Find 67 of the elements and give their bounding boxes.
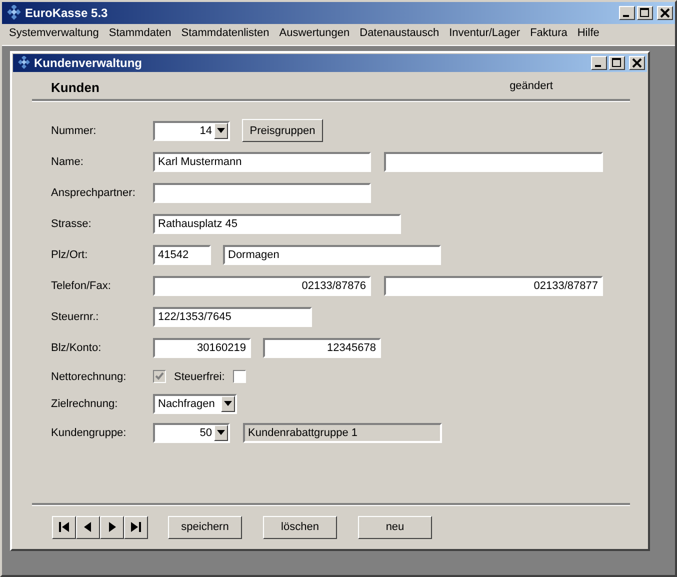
- field-label: Nummer:: [51, 124, 98, 136]
- input-field[interactable]: 30160219: [153, 338, 251, 358]
- dropdown-field[interactable]: 50: [153, 422, 230, 442]
- field-label: Zielrechnung:: [51, 398, 119, 410]
- menu-item[interactable]: Stammdatenlisten: [176, 27, 274, 39]
- input-field[interactable]: Dormagen: [223, 244, 441, 264]
- caret-icon: [214, 424, 228, 440]
- close-button[interactable]: [629, 56, 645, 70]
- caret-icon: [214, 122, 228, 138]
- input-field[interactable]: 41542: [153, 244, 211, 264]
- first-record-button[interactable]: [52, 516, 76, 538]
- menu-item[interactable]: Hilfe: [572, 27, 604, 39]
- menu-item[interactable]: Auswertungen: [274, 27, 355, 39]
- field-label: Steuerfrei:: [174, 370, 225, 382]
- close-icon: [632, 58, 642, 68]
- menu-item[interactable]: Faktura: [525, 27, 572, 39]
- last-record-button[interactable]: [124, 516, 148, 538]
- maximize-icon: [640, 8, 650, 18]
- diamond-grid-icon: [17, 56, 31, 70]
- action-button[interactable]: neu: [358, 516, 432, 538]
- first-record-icon: [56, 519, 72, 535]
- caret-icon: [221, 396, 235, 412]
- minimize-button[interactable]: [591, 56, 607, 70]
- action-button[interactable]: löschen: [263, 516, 337, 538]
- field-label: Ansprechpartner:: [51, 186, 136, 198]
- group-name-field: Kundenrabattgruppe 1: [243, 422, 442, 442]
- action-button[interactable]: speichern: [168, 516, 242, 538]
- menu-item[interactable]: Stammdaten: [104, 27, 176, 39]
- field-label: Telefon/Fax:: [51, 280, 112, 292]
- input-field[interactable]: [153, 182, 371, 202]
- prev-record-button[interactable]: [76, 516, 100, 538]
- field-label: Nettorechnung:: [51, 370, 128, 382]
- diamond-grid-icon: [6, 5, 22, 21]
- input-field[interactable]: 02133/87877: [384, 276, 603, 296]
- maximize-button[interactable]: [637, 6, 653, 20]
- window-title: EuroKasse 5.3: [25, 6, 108, 20]
- close-icon: [660, 8, 670, 18]
- field-label: Plz/Ort:: [51, 248, 89, 260]
- field-label: Steuernr.:: [51, 310, 100, 322]
- menu-item[interactable]: Inventur/Lager: [444, 27, 526, 39]
- input-field[interactable]: 12345678: [263, 338, 381, 358]
- price-groups-button[interactable]: Preisgruppen: [242, 119, 323, 142]
- minimize-icon: [594, 65, 600, 67]
- maximize-icon: [612, 58, 622, 68]
- dropdown-field[interactable]: Nachfragen: [153, 394, 237, 414]
- maximize-button[interactable]: [609, 56, 625, 70]
- input-field[interactable]: Rathausplatz 45: [153, 214, 401, 234]
- field-label: Blz/Konto:: [51, 342, 102, 354]
- input-field[interactable]: Karl Mustermann: [153, 152, 371, 172]
- menu-item[interactable]: Datenaustausch: [354, 27, 444, 39]
- close-button[interactable]: [657, 6, 673, 20]
- minimize-button[interactable]: [619, 6, 635, 20]
- input-field[interactable]: 122/1353/7645: [153, 306, 312, 326]
- checkbox[interactable]: [232, 370, 246, 383]
- minimize-icon: [622, 15, 628, 17]
- field-label: Kundengruppe:: [51, 426, 128, 438]
- form-heading: Kunden: [51, 80, 100, 95]
- field-label: Strasse:: [51, 218, 92, 230]
- window-title: Kundenverwaltung: [34, 56, 142, 70]
- status-text: geändert: [510, 80, 553, 92]
- input-field[interactable]: 02133/87876: [153, 276, 371, 296]
- last-record-icon: [128, 519, 144, 535]
- next-record-button[interactable]: [100, 516, 124, 538]
- field-label: Name:: [51, 156, 84, 168]
- input-field[interactable]: [384, 152, 603, 172]
- dropdown-field[interactable]: 14: [153, 120, 230, 140]
- menu-item[interactable]: Systemverwaltung: [4, 27, 104, 39]
